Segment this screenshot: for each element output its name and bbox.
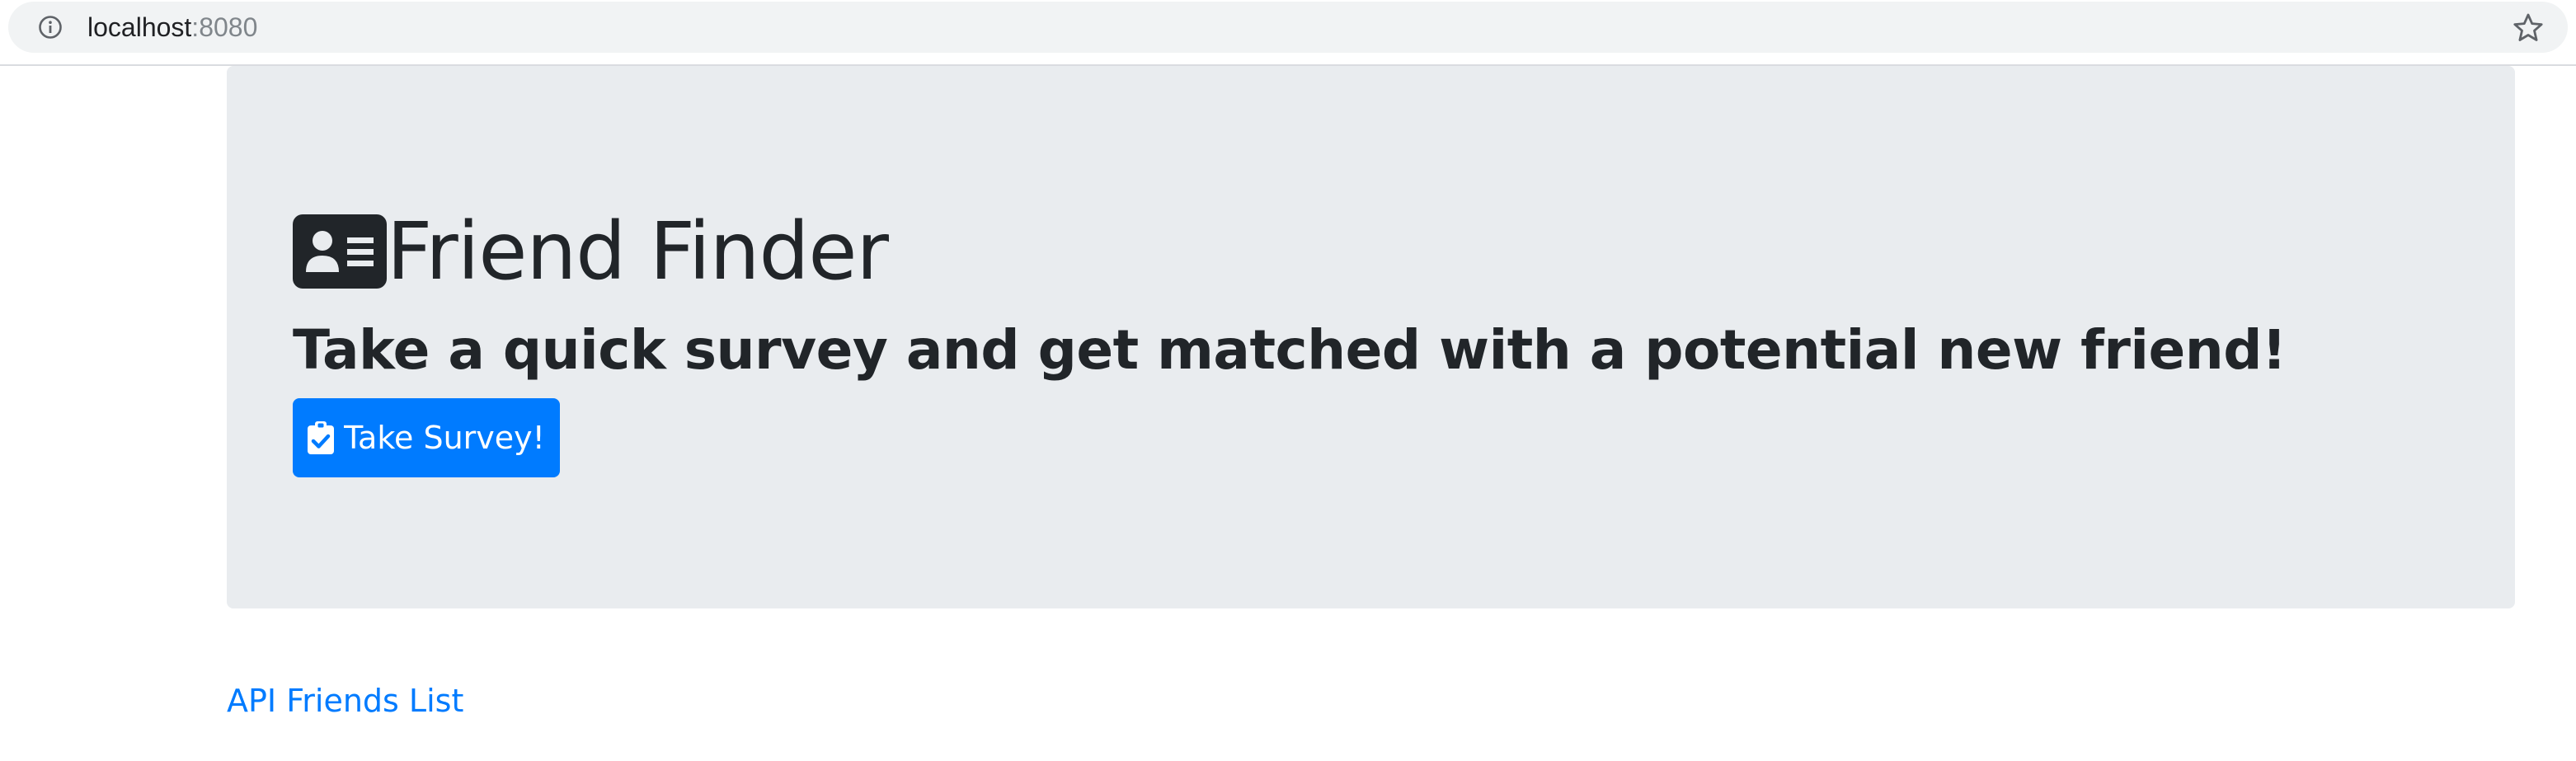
address-bar[interactable]: localhost:8080 [8, 2, 2568, 53]
info-circle-icon[interactable] [38, 15, 63, 40]
take-survey-label: Take Survey! [344, 420, 545, 456]
take-survey-button[interactable]: Take Survey! [293, 398, 560, 477]
jumbotron: Friend Finder Take a quick survey and ge… [227, 66, 2515, 608]
clipboard-check-icon [308, 421, 335, 454]
api-friends-list-link[interactable]: API Friends List [227, 680, 463, 721]
page-title: Friend Finder [387, 205, 889, 298]
page-subtitle: Take a quick survey and get matched with… [293, 318, 2287, 382]
star-outline-icon[interactable] [2512, 12, 2545, 45]
title-row: Friend Finder [293, 205, 889, 298]
id-card-icon [293, 214, 387, 289]
browser-toolbar: localhost:8080 [0, 0, 2576, 66]
url-port: :8080 [191, 12, 258, 42]
url-text[interactable]: localhost:8080 [87, 10, 257, 45]
url-host: localhost [87, 12, 192, 42]
